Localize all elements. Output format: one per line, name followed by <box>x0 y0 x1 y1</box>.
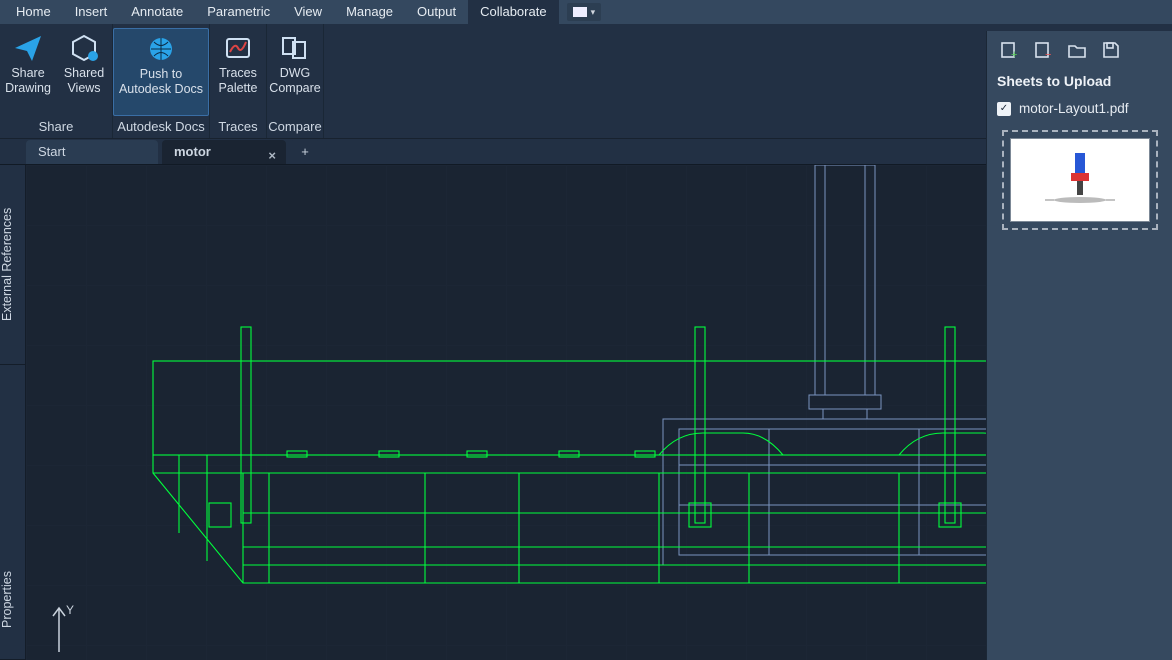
menu-item-view[interactable]: View <box>282 0 334 24</box>
cube-share-icon <box>68 32 100 64</box>
svg-text:Y: Y <box>66 603 74 617</box>
menu-item-home[interactable]: Home <box>4 0 63 24</box>
file-name: motor-Layout1.pdf <box>1019 101 1129 116</box>
drawing-canvas[interactable]: Y AUTODESK DOCS <box>26 165 1152 660</box>
left-rail-tab-external-references[interactable]: External References <box>0 165 25 365</box>
share-drawing-button[interactable]: ShareDrawing <box>0 28 56 116</box>
traces-palette-button[interactable]: TracesPalette <box>210 28 266 116</box>
ucs-icon: Y <box>44 602 74 656</box>
menubar: HomeInsertAnnotateParametricViewManageOu… <box>0 0 1172 24</box>
svg-text:+: + <box>1011 49 1017 60</box>
tab-start[interactable]: Start <box>26 140 158 164</box>
ribbon-group-autodesk-docs: Push toAutodesk Docs Autodesk Docs <box>113 24 210 138</box>
globe-arrow-icon <box>145 33 177 65</box>
button-label: Push toAutodesk Docs <box>119 67 203 97</box>
tab-motor[interactable]: motor× <box>162 140 286 164</box>
dwg-compare-button[interactable]: DWGCompare <box>267 28 323 116</box>
paper-plane-icon <box>12 32 44 64</box>
remove-sheet-button[interactable]: − <box>1031 38 1055 62</box>
panel-toolbar: +− <box>987 31 1172 69</box>
left-rail: External References Properties <box>0 165 26 660</box>
ribbon-group-traces: TracesPalette Traces <box>210 24 267 138</box>
save-button[interactable] <box>1099 38 1123 62</box>
push-to-docs-button[interactable]: Push toAutodesk Docs <box>113 28 209 116</box>
compare-icon <box>279 32 311 64</box>
ribbon-group-label: Traces <box>210 116 266 138</box>
menu-item-output[interactable]: Output <box>405 0 468 24</box>
button-label: ShareDrawing <box>5 66 51 96</box>
menu-item-annotate[interactable]: Annotate <box>119 0 195 24</box>
open-folder-button[interactable] <box>1065 38 1089 62</box>
file-thumbnail[interactable] <box>1002 130 1158 230</box>
model-wireframe <box>26 165 1152 660</box>
add-sheet-button[interactable]: + <box>997 38 1021 62</box>
tab-label: motor <box>174 144 211 159</box>
button-label: SharedViews <box>64 66 104 96</box>
ribbon-group-label: Compare <box>267 116 323 138</box>
svg-text:−: − <box>1045 49 1051 60</box>
menu-item-manage[interactable]: Manage <box>334 0 405 24</box>
chevron-down-icon: ▾ <box>591 7 596 18</box>
file-checkbox[interactable]: ✓ <box>997 102 1011 116</box>
file-row[interactable]: ✓ motor-Layout1.pdf <box>987 97 1172 124</box>
trace-icon <box>222 32 254 64</box>
menu-item-parametric[interactable]: Parametric <box>195 0 282 24</box>
menu-item-collaborate[interactable]: Collaborate <box>468 0 559 24</box>
ribbon-group-label: Autodesk Docs <box>113 116 209 138</box>
workspace-icon <box>573 7 587 17</box>
workspace-dropdown[interactable]: ▾ <box>567 3 602 21</box>
ribbon-group-label: Share <box>0 116 112 138</box>
panel-title: Sheets to Upload <box>987 69 1172 97</box>
ribbon-group-compare: DWGCompare Compare <box>267 24 324 138</box>
button-label: TracesPalette <box>219 66 258 96</box>
menu-item-insert[interactable]: Insert <box>63 0 120 24</box>
thumbnail-image <box>1010 138 1150 222</box>
left-rail-tab-properties[interactable]: Properties <box>0 540 25 660</box>
left-rail-spacer <box>0 365 25 540</box>
ribbon-group-share: ShareDrawing SharedViews Share <box>0 24 113 138</box>
shared-views-button[interactable]: SharedViews <box>56 28 112 116</box>
button-label: DWGCompare <box>269 66 320 96</box>
tab-add-button[interactable]: + <box>290 140 320 164</box>
sheets-upload-panel: +− Sheets to Upload ✓ motor-Layout1.pdf <box>986 31 1172 660</box>
